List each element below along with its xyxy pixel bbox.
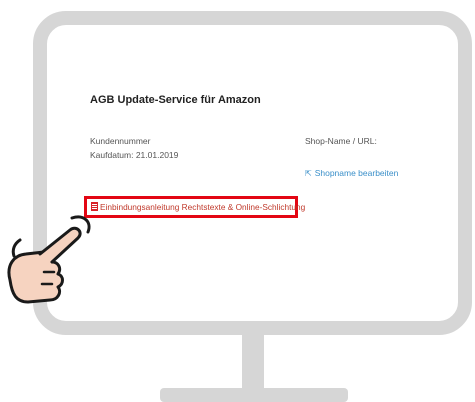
edit-shopname-link[interactable]: ⇱ Shopname bearbeiten — [305, 168, 398, 178]
pointing-hand-icon — [7, 215, 91, 304]
purchase-date: Kaufdatum: 21.01.2019 — [90, 150, 179, 160]
product-title: AGB Update-Service für Amazon — [90, 94, 261, 106]
external-edit-icon: ⇱ — [305, 169, 312, 178]
edit-shopname-label: Shopname bearbeiten — [314, 168, 399, 178]
screen-content: AGB Update-Service für Amazon Kundennumm… — [62, 40, 442, 300]
integration-guide-label: Einbindungsanleitung Rechtstexte & Onlin… — [100, 202, 306, 212]
integration-guide-highlight: Einbindungsanleitung Rechtstexte & Onlin… — [84, 196, 305, 218]
shop-name-label: Shop-Name / URL: — [305, 136, 377, 146]
illustration-stage: AGB Update-Service für Amazon Kundennumm… — [0, 0, 475, 402]
customer-number-label: Kundennummer — [90, 136, 151, 146]
integration-guide-link[interactable]: Einbindungsanleitung Rechtstexte & Onlin… — [91, 202, 305, 212]
